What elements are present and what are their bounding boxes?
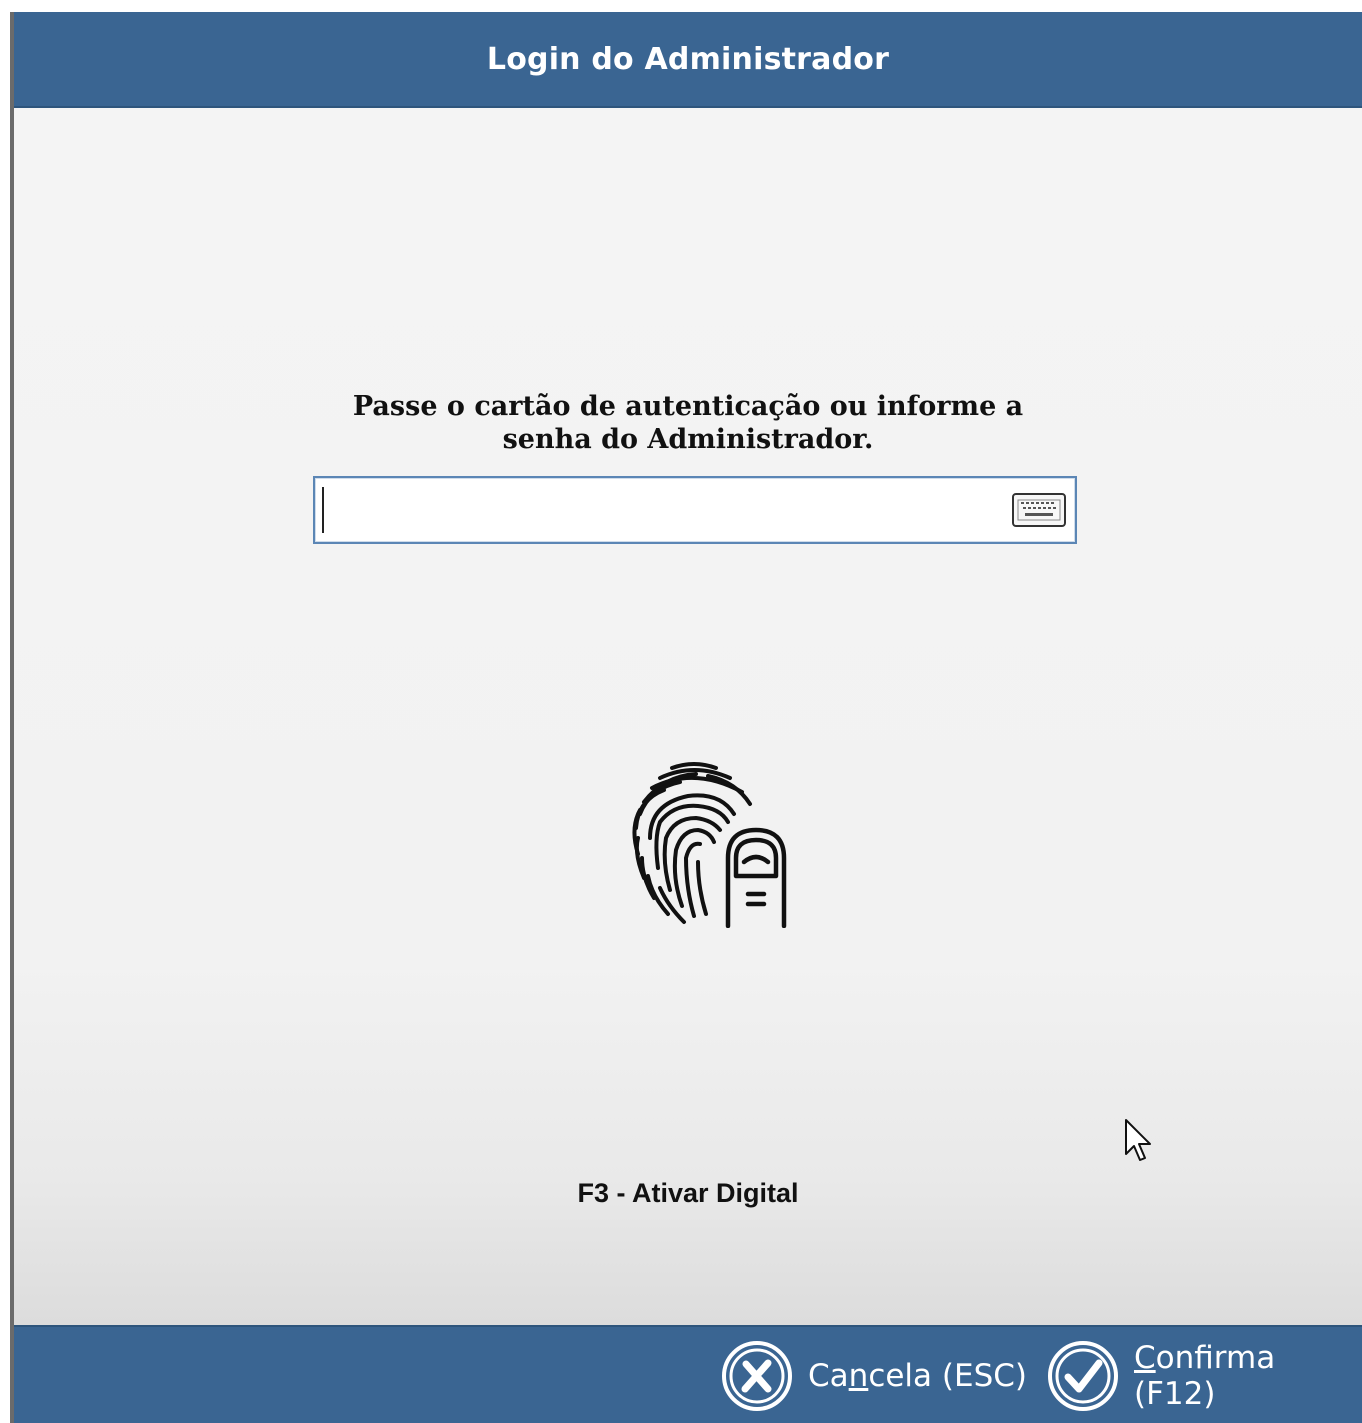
window-title-bar: Login do Administrador (14, 12, 1362, 108)
login-content-area: Passe o cartão de autenticação ou inform… (14, 108, 1362, 1325)
footer-bar: Cancela (ESC) Confirma (F12) (14, 1325, 1362, 1423)
password-field[interactable] (313, 476, 1077, 544)
confirm-button[interactable]: Confirma (F12) (1046, 1338, 1362, 1414)
admin-login-window: Login do Administrador Passe o cartão de… (10, 12, 1362, 1423)
window-title: Login do Administrador (486, 41, 890, 77)
keyboard-icon[interactable] (1011, 492, 1067, 528)
activate-fingerprint-label[interactable]: F3 - Ativar Digital (14, 1178, 1362, 1209)
login-instructions-line-2: senha do Administrador. (502, 424, 874, 455)
confirm-button-label: Confirma (F12) (1134, 1340, 1276, 1412)
x-circle-icon (722, 1341, 792, 1411)
check-circle-icon (1048, 1341, 1118, 1411)
login-instructions: Passe o cartão de autenticação ou inform… (14, 390, 1362, 456)
mouse-pointer-icon (1125, 1119, 1151, 1161)
text-caret (322, 487, 324, 533)
cancel-button[interactable]: Cancela (ESC) (720, 1338, 1027, 1414)
cancel-button-label: Cancela (ESC) (808, 1358, 1027, 1394)
login-instructions-line-1: Passe o cartão de autenticação ou inform… (352, 391, 1024, 422)
fingerprint-icon (632, 762, 787, 928)
